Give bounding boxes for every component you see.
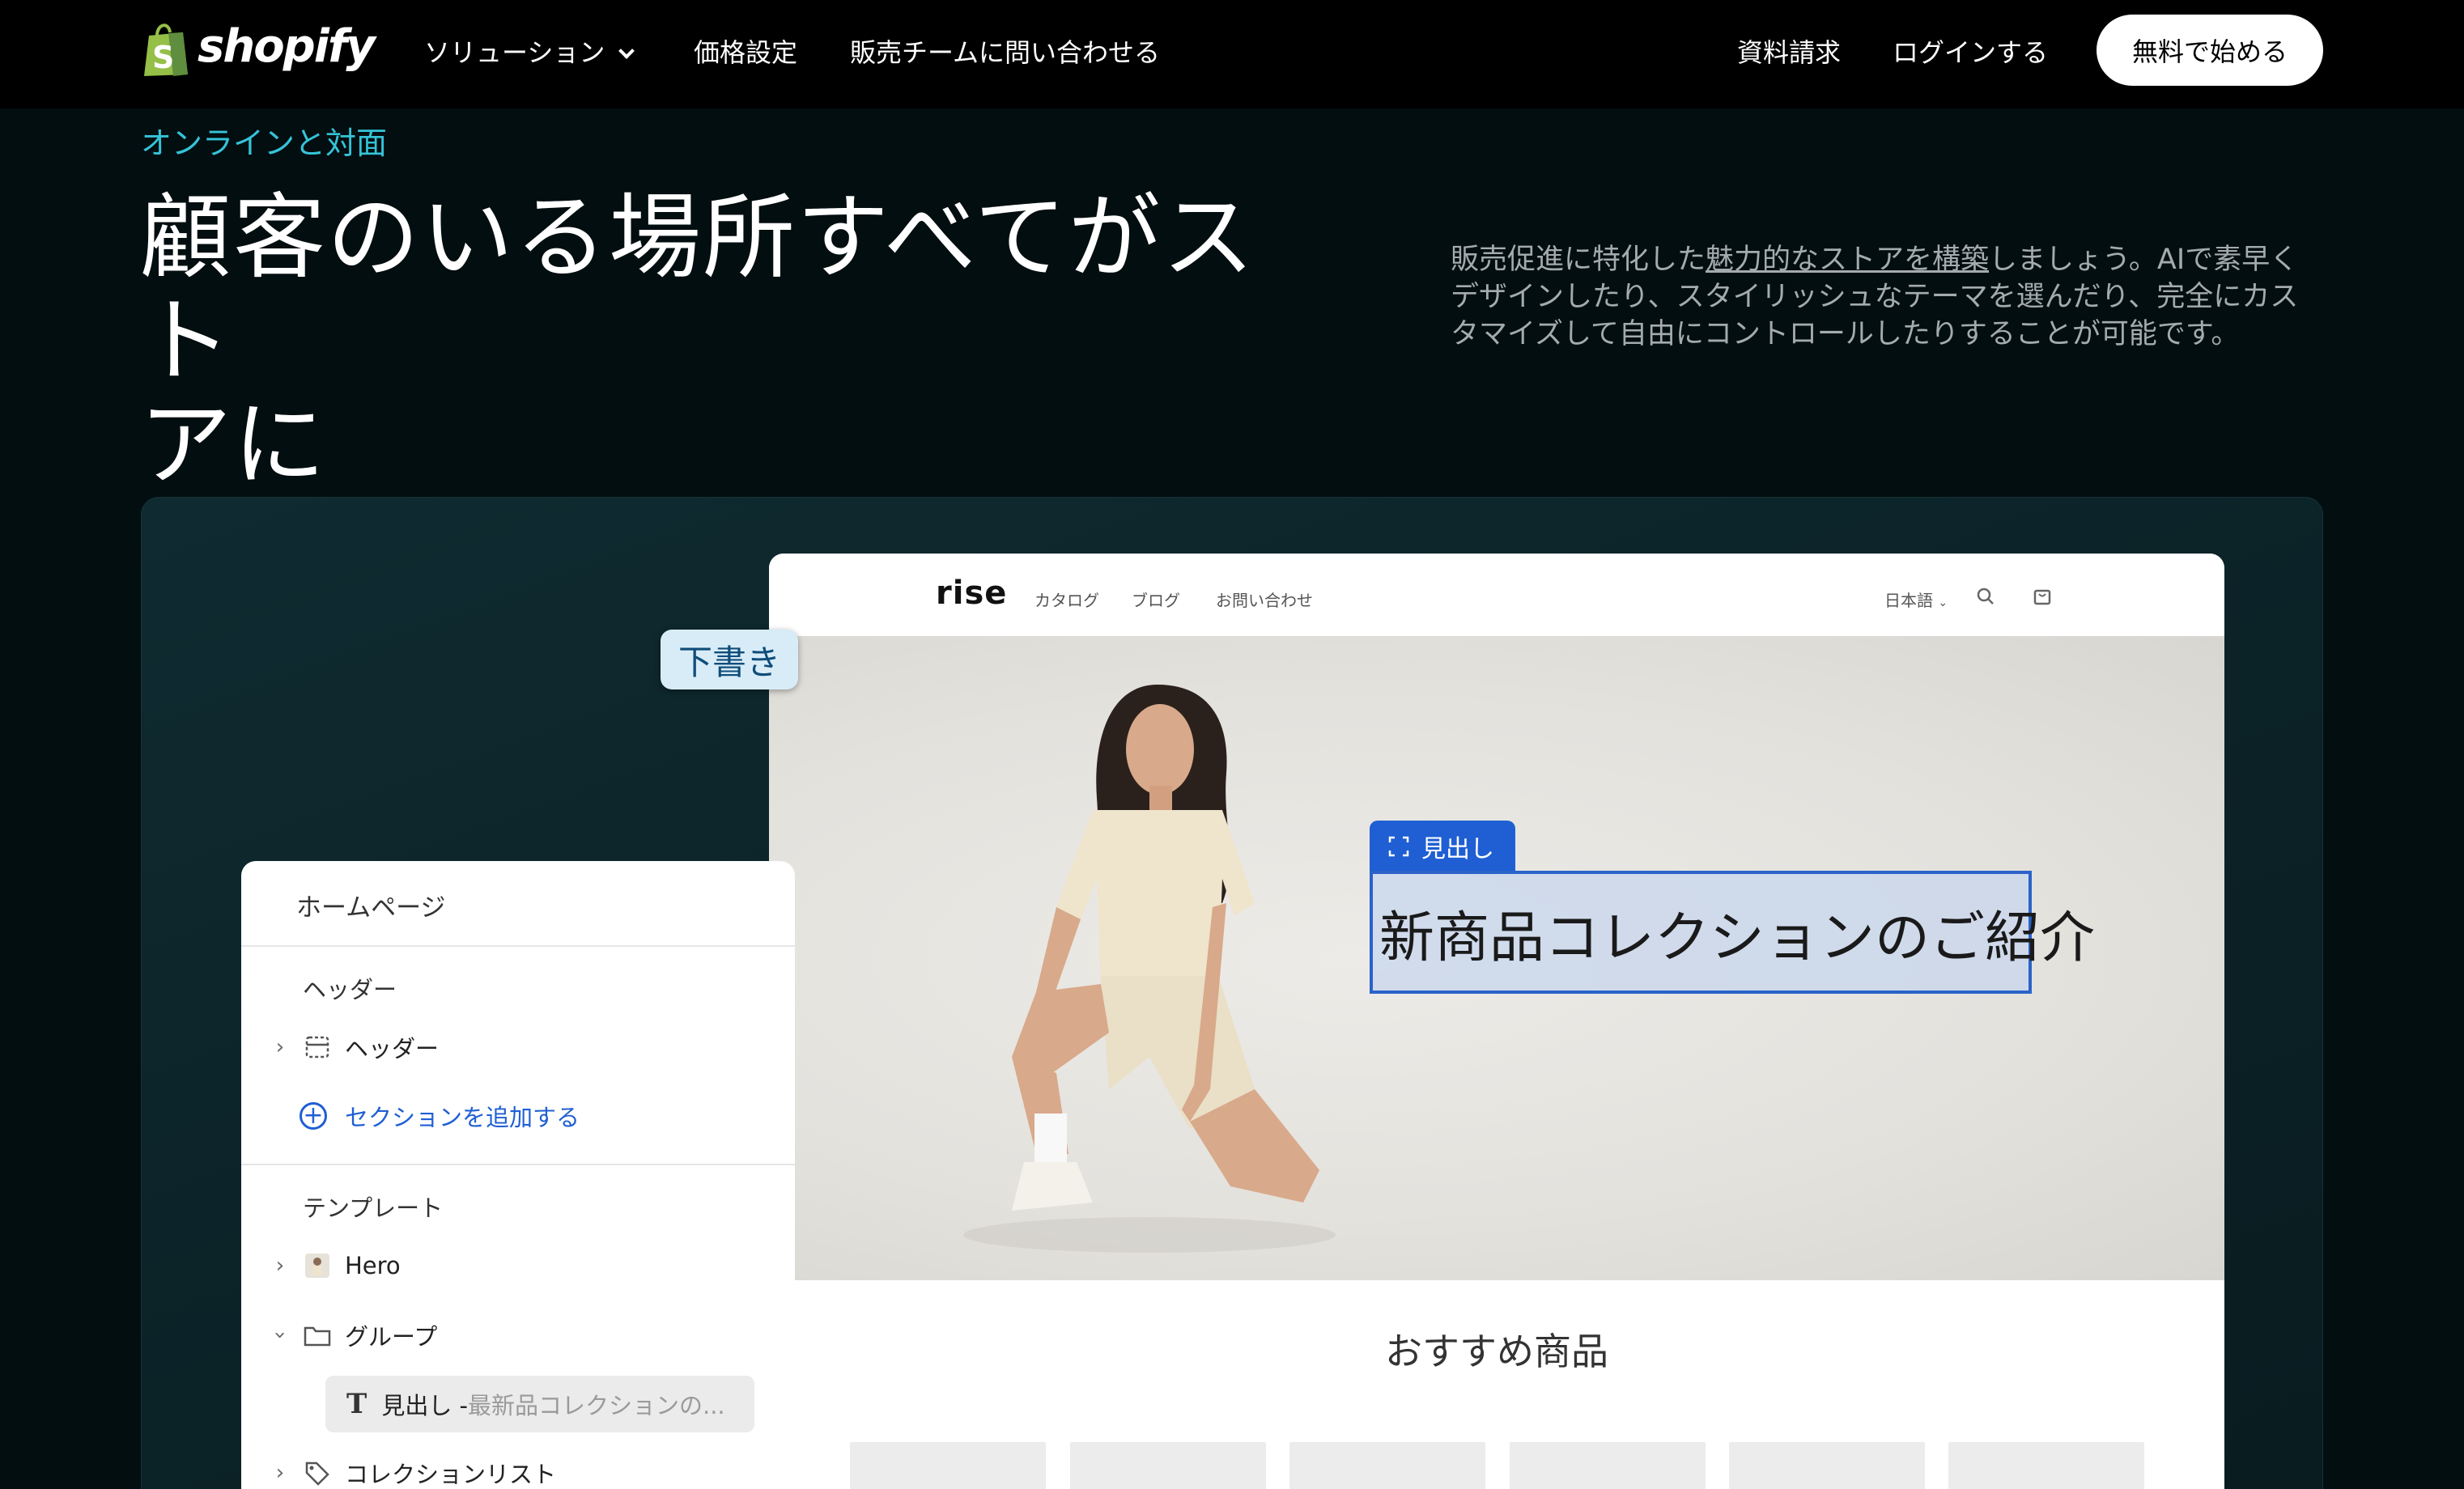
hero-thumbnail-icon [301,1252,333,1279]
featured-products-heading: おすすめ商品 [1385,1330,1608,1373]
store-preview: rise カタログ ブログ お問い合わせ 日本語 ⌄ おすすめ商品 [769,554,2224,1489]
page-title: 顧客のいる場所すべてがスト アに [139,186,1337,497]
select-frame-icon [1388,836,1409,857]
collection-list-label: コレクションリスト [345,1461,557,1488]
folder-icon [301,1321,333,1349]
theme-editor-sidebar: ホームページ ヘッダー › ヘッダー + セクションを追加する テンプレート ›… [241,861,795,1489]
store-nav-catalog[interactable]: カタログ [1034,588,1099,611]
nav-pricing[interactable]: 価格設定 [694,32,797,70]
product-card[interactable] [1289,1442,1485,1489]
draft-badge: 下書き [661,630,798,689]
shopify-logo[interactable]: S shopify [141,19,376,78]
top-navigation: S shopify ソリューション 価格設定 販売チームに問い合わせる 資料請求… [0,0,2464,108]
store-header: rise カタログ ブログ お問い合わせ 日本語 ⌄ [769,554,2224,636]
hero-item-label: Hero [345,1252,401,1279]
editor-page-title[interactable]: ホームページ [296,887,445,923]
build-store-link[interactable]: 魅力的なストアを構築 [1706,244,1989,276]
page-title-line1: 顧客のいる場所すべてがスト [139,184,1256,395]
divider [241,945,795,947]
plus-circle-icon: + [300,1102,327,1130]
group-item-label: グループ [345,1323,438,1351]
chevron-down-icon: ⌄ [1938,596,1948,609]
nav-solutions-label: ソリューション [424,37,605,68]
header-item[interactable]: › ヘッダー [269,1028,439,1067]
product-card[interactable] [1070,1442,1266,1489]
product-card[interactable] [1948,1442,2144,1489]
store-nav-blog[interactable]: ブログ [1132,588,1180,611]
header-section-label: ヘッダー [303,976,397,1003]
search-icon[interactable] [1975,586,1996,607]
chevron-down-icon[interactable]: › [268,1324,292,1347]
add-section-button[interactable]: + セクションを追加する [300,1099,580,1133]
heading-item-detail: 最新品コレクションの... [468,1392,725,1419]
template-section-label: テンプレート [303,1194,444,1222]
chevron-right-icon[interactable]: › [269,1461,291,1485]
nav-login[interactable]: ログインする [1893,32,2048,70]
svg-text:S: S [152,40,174,75]
chevron-down-icon [618,43,635,59]
store-logo[interactable]: rise [936,575,1007,612]
nav-solutions[interactable]: ソリューション [424,32,635,70]
cart-icon[interactable] [2032,586,2053,607]
chevron-right-icon[interactable]: › [269,1254,291,1278]
page-title-line2: アに [139,391,328,498]
group-item[interactable]: › グループ [268,1316,438,1355]
product-card[interactable] [1729,1442,1925,1489]
collection-list-item[interactable]: › コレクションリスト [269,1453,556,1489]
desc-text-before: 販売促進に特化した [1451,244,1706,276]
heading-item-label: 見出し - [381,1392,468,1419]
product-card[interactable] [1510,1442,1706,1489]
nav-request-docs[interactable]: 資料請求 [1737,32,1841,70]
eyebrow-label: オンラインと対面 [141,125,388,161]
heading-block-tag[interactable]: 見出し [1370,821,1515,872]
shopify-bag-icon: S [144,23,188,76]
nav-contact-sales[interactable]: 販売チームに問い合わせる [850,32,1160,70]
hero-description: 販売促進に特化した魅力的なストアを構築しましょう。AIで素早くデザインしたり、ス… [1451,241,2309,353]
header-item-label: ヘッダー [345,1035,440,1063]
hero-item[interactable]: › Hero [269,1246,401,1285]
product-card[interactable] [850,1442,1046,1489]
language-selector[interactable]: 日本語 ⌄ [1884,588,1948,611]
header-layout-icon [301,1033,333,1061]
heading-item-selected[interactable]: T 見出し - 最新品コレクションの... [325,1376,754,1432]
chevron-right-icon[interactable]: › [269,1035,291,1059]
store-nav-contact[interactable]: お問い合わせ [1216,588,1313,611]
language-label: 日本語 [1884,591,1933,610]
collection-tag-icon [301,1459,333,1487]
selected-heading-text[interactable]: 新商品コレクションのご紹介 [1370,871,2095,994]
divider [241,1164,795,1165]
start-free-button[interactable]: 無料で始める [2097,15,2323,86]
add-section-label: セクションを追加する [345,1104,580,1131]
brand-name: shopify [198,19,376,73]
heading-tag-label: 見出し [1421,835,1494,863]
text-type-icon: T [346,1388,367,1420]
